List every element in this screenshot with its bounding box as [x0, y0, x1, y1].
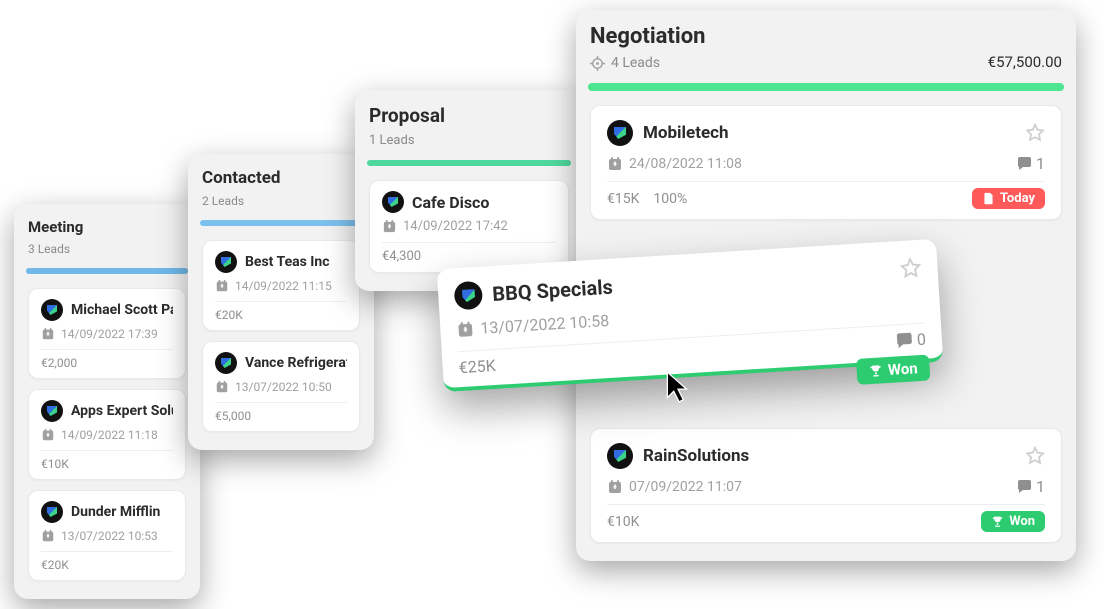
- status-badge-today: Today: [972, 188, 1045, 209]
- lead-card[interactable]: Dunder Mifflin 13/07/2022 10:53 €20K: [28, 490, 186, 581]
- lead-card[interactable]: Michael Scott Paper 14/09/2022 17:39 €2,…: [28, 288, 186, 379]
- lead-card[interactable]: Best Teas Inc 14/09/2022 11:15 €20K: [202, 240, 360, 331]
- column-cards: Cafe Disco 14/09/2022 17:42 €4,300: [369, 180, 569, 273]
- lead-amount: €25K: [458, 356, 496, 377]
- comments[interactable]: 0: [894, 330, 926, 351]
- lead-name: Michael Scott Paper: [71, 302, 173, 318]
- column-contacted: Contacted 2 Leads Best Teas Inc 14/09/20…: [188, 154, 374, 450]
- lead-date: 14/09/2022 11:15: [235, 279, 332, 293]
- star-icon[interactable]: [1025, 446, 1045, 466]
- lead-percent: 100%: [653, 191, 687, 207]
- lead-amount: €20K: [41, 558, 69, 572]
- lead-card[interactable]: RainSolutions 07/09/2022 11:07 1 €10K Wo…: [590, 428, 1062, 543]
- lead-date: 14/09/2022 11:18: [61, 428, 158, 442]
- column-bar: [588, 83, 1064, 91]
- lead-name: Mobiletech: [643, 123, 729, 143]
- calendar-icon: [41, 529, 55, 543]
- column-title: Meeting: [28, 218, 186, 236]
- lead-card[interactable]: Cafe Disco 14/09/2022 17:42 €4,300: [369, 180, 569, 273]
- column-total: €57,500.00: [988, 53, 1062, 71]
- lead-amount: €15K: [607, 191, 639, 207]
- lead-date: 14/09/2022 17:42: [403, 219, 508, 234]
- column-proposal: Proposal 1 Leads Cafe Disco 14/09/2022 1…: [355, 90, 583, 291]
- calendar-icon: [215, 380, 229, 394]
- lead-name: Dunder Mifflin: [71, 504, 160, 520]
- lead-card[interactable]: Apps Expert Solutions 14/09/2022 11:18 €…: [28, 389, 186, 480]
- calendar-icon: [382, 219, 397, 234]
- calendar-icon: [215, 279, 229, 293]
- company-logo-icon: [41, 400, 63, 422]
- column-leads: 1 Leads: [369, 133, 569, 148]
- calendar-icon: [41, 327, 55, 341]
- company-logo-icon: [215, 352, 237, 374]
- column-bar: [367, 160, 571, 166]
- star-icon[interactable]: [1025, 123, 1045, 143]
- lead-date: 13/07/2022 10:50: [235, 380, 332, 394]
- lead-amount: €5,000: [215, 409, 251, 423]
- trophy-icon: [869, 363, 884, 378]
- target-icon: [590, 56, 605, 71]
- column-title: Proposal: [369, 104, 569, 127]
- column-bar: [26, 268, 188, 274]
- lead-name: BBQ Specials: [492, 275, 614, 306]
- comment-count: 0: [916, 330, 926, 350]
- column-bar: [200, 220, 362, 226]
- lead-date: 24/08/2022 11:08: [629, 156, 742, 172]
- company-logo-icon: [41, 501, 63, 523]
- lead-name: RainSolutions: [643, 446, 749, 466]
- calendar-icon: [607, 479, 623, 495]
- status-badge-won: Won: [856, 354, 930, 384]
- lead-name: Best Teas Inc: [245, 254, 330, 270]
- company-logo-icon: [215, 251, 237, 273]
- lead-card[interactable]: Vance Refrigeration 13/07/2022 10:50 €5,…: [202, 341, 360, 432]
- company-logo-icon: [41, 299, 63, 321]
- lead-amount: €10K: [41, 457, 69, 471]
- lead-date: 13/07/2022 10:58: [480, 311, 610, 338]
- comment-count: 1: [1036, 154, 1045, 173]
- column-leads: 2 Leads: [202, 194, 360, 208]
- star-icon[interactable]: [899, 257, 922, 280]
- lead-amount: €4,300: [382, 249, 421, 264]
- file-icon: [982, 192, 995, 205]
- comments[interactable]: 1: [1016, 154, 1045, 173]
- lead-name: Apps Expert Solutions: [71, 403, 173, 419]
- status-badge-won: Won: [981, 511, 1045, 532]
- lead-amount: €10K: [607, 514, 639, 530]
- lead-card[interactable]: Mobiletech 24/08/2022 11:08 1 €15K 100% T…: [590, 105, 1062, 220]
- comments[interactable]: 1: [1016, 477, 1045, 496]
- chat-icon: [1016, 479, 1032, 495]
- lead-amount: €20K: [215, 308, 243, 322]
- column-meeting: Meeting 3 Leads Michael Scott Paper 14/0…: [14, 204, 200, 599]
- company-logo-icon: [607, 120, 633, 146]
- column-title: Negotiation: [590, 24, 705, 49]
- lead-name: Vance Refrigeration: [245, 355, 347, 371]
- chat-icon: [894, 331, 913, 350]
- company-logo-icon: [607, 443, 633, 469]
- company-logo-icon: [382, 191, 404, 213]
- comment-count: 1: [1036, 477, 1045, 496]
- lead-date: 13/07/2022 10:53: [61, 529, 158, 543]
- column-leads: 4 Leads: [590, 55, 705, 71]
- calendar-icon: [456, 320, 475, 339]
- column-leads: 3 Leads: [28, 242, 186, 256]
- trophy-icon: [991, 515, 1004, 528]
- calendar-icon: [41, 428, 55, 442]
- lead-date: 14/09/2022 17:39: [61, 327, 158, 341]
- column-cards: Michael Scott Paper 14/09/2022 17:39 €2,…: [28, 288, 186, 581]
- lead-name: Cafe Disco: [412, 193, 489, 212]
- company-logo-icon: [454, 281, 484, 311]
- column-title: Contacted: [202, 168, 360, 188]
- chat-icon: [1016, 156, 1032, 172]
- lead-amount: €2,000: [41, 356, 77, 370]
- column-cards: Best Teas Inc 14/09/2022 11:15 €20K Vanc…: [202, 240, 360, 432]
- lead-date: 07/09/2022 11:07: [629, 479, 742, 495]
- calendar-icon: [607, 156, 623, 172]
